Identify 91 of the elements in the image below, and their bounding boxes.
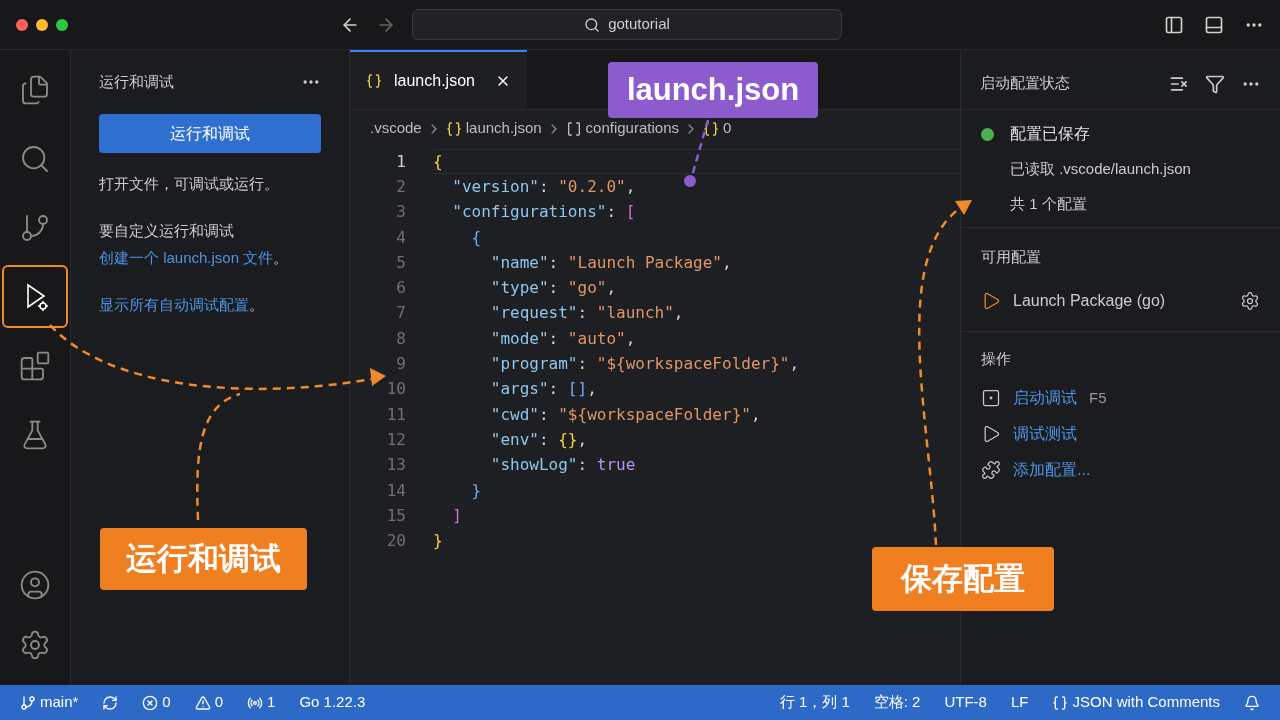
line-number: 13 [385,454,406,477]
status-text[interactable]: UTF-8 [944,691,987,714]
braces-icon [366,72,382,89]
sidebar-paragraph: 要自定义运行和调试 创建一个 launch.json 文件。 [99,221,290,268]
puzzle-icon [981,460,1001,480]
braces-icon [703,120,719,137]
sidebar-layout-icon[interactable] [1164,14,1184,35]
code-line: "env": {}, [489,428,588,451]
line-number: 1 [395,150,406,173]
sidebar-paragraph: 显示所有自动调试配置。 [99,295,265,315]
error-icon [142,694,159,711]
status-text[interactable]: 行 1，列 1 [779,691,850,714]
line-number: 3 [395,201,406,224]
status-title: 配置已保存 [1010,124,1090,144]
branch-icon [20,694,36,711]
breadcrumb-item[interactable]: 0 [723,117,732,140]
code-line: ] [451,504,462,527]
code-line: "request": "launch", [489,302,684,325]
breadcrumb-item[interactable]: launch.json [465,117,542,140]
line-number: 4 [395,226,406,249]
code-line: { [470,226,482,249]
status-text[interactable]: 0 [162,691,171,714]
extensions-icon [19,349,51,382]
settings-icon [1240,290,1260,311]
line-number: 12 [385,428,406,451]
editor-tab[interactable]: launch.json [350,50,527,109]
code-line: "args": [], [489,378,597,401]
command-search-field[interactable]: gotutorial [412,9,842,40]
shortcut-text: F5 [1089,387,1107,408]
line-number: 6 [395,277,406,300]
panel-title: 启动配置状态 [980,73,1070,94]
line-number: 8 [395,327,406,350]
status-detail: 共 1 个配置 [1009,193,1088,214]
line-number: 20 [385,530,406,553]
line-number: 7 [395,302,406,325]
brackets-icon [565,120,582,137]
braces-icon [445,120,462,137]
callout-label: launch.json [608,62,818,118]
line-number: 9 [395,353,406,375]
sidebar-link[interactable]: 显示所有自动调试配置 [99,296,249,313]
status-text[interactable]: JSON with Comments [1072,691,1220,714]
action-link[interactable]: 启动调试 [1013,386,1077,410]
status-text[interactable]: 空格: 2 [873,691,921,714]
code-line: "mode": "auto", [489,327,636,350]
status-text[interactable]: main* [40,691,79,714]
breadcrumb-item[interactable]: configurations [585,117,679,140]
section-title: 操作 [981,348,1012,369]
action-link[interactable]: 调试测试 [1013,422,1077,446]
breadcrumb-item[interactable]: .vscode [370,117,422,140]
sidebar-paragraph: 打开文件，可调试或运行。 [99,174,280,194]
status-text[interactable]: 0 [214,691,224,714]
account-icon [19,569,51,601]
filter-icon[interactable] [1205,73,1225,94]
code-line: "program": "${workspaceFolder}", [489,353,800,376]
status-text[interactable]: LF [1010,691,1029,714]
action-link[interactable]: 添加配置... [1013,458,1091,482]
code-line: "type": "go", [489,277,617,300]
panel-layout-icon[interactable] [1204,14,1224,35]
line-number: 11 [385,403,406,426]
status-detail: 已读取 .vscode/launch.json [1009,159,1192,179]
line-number: 5 [395,251,406,274]
sidebar-link[interactable]: 创建一个 launch.json 文件 [99,249,274,266]
braces-icon [1052,694,1069,711]
warning-icon [194,694,211,711]
line-number: 10 [385,378,406,401]
callout-label: 保存配置 [872,547,1054,611]
sync-icon [102,694,119,711]
section-title: 可用配置 [981,247,1042,267]
code-line: "configurations": [ [451,201,636,224]
code-line: } [470,479,482,502]
code-line: "name": "Launch Package", [489,251,732,274]
search-icon [584,16,601,33]
run-debug-button[interactable]: 运行和调试 [99,114,321,153]
bell-icon [1244,694,1260,711]
line-number: 14 [385,479,406,502]
code-line: { [433,150,443,173]
line-number: 2 [395,175,406,198]
files-icon [19,73,51,106]
callout-label: 运行和调试 [100,528,307,590]
activity-item[interactable] [2,265,68,328]
config-item[interactable]: Launch Package (go) [981,288,1260,313]
code-line: "version": "0.2.0", [451,175,636,198]
code-line: "cwd": "${workspaceFolder}", [489,403,761,426]
status-text[interactable]: 1 [267,691,276,714]
sidebar-title: 运行和调试 [99,71,174,92]
code-line: "showLog": true [489,454,636,477]
line-number: 15 [385,504,406,527]
settings-icon [19,629,51,661]
code-line: } [433,530,443,553]
dashed-pointer [684,119,710,187]
status-text[interactable]: Go 1.22.3 [299,691,366,714]
